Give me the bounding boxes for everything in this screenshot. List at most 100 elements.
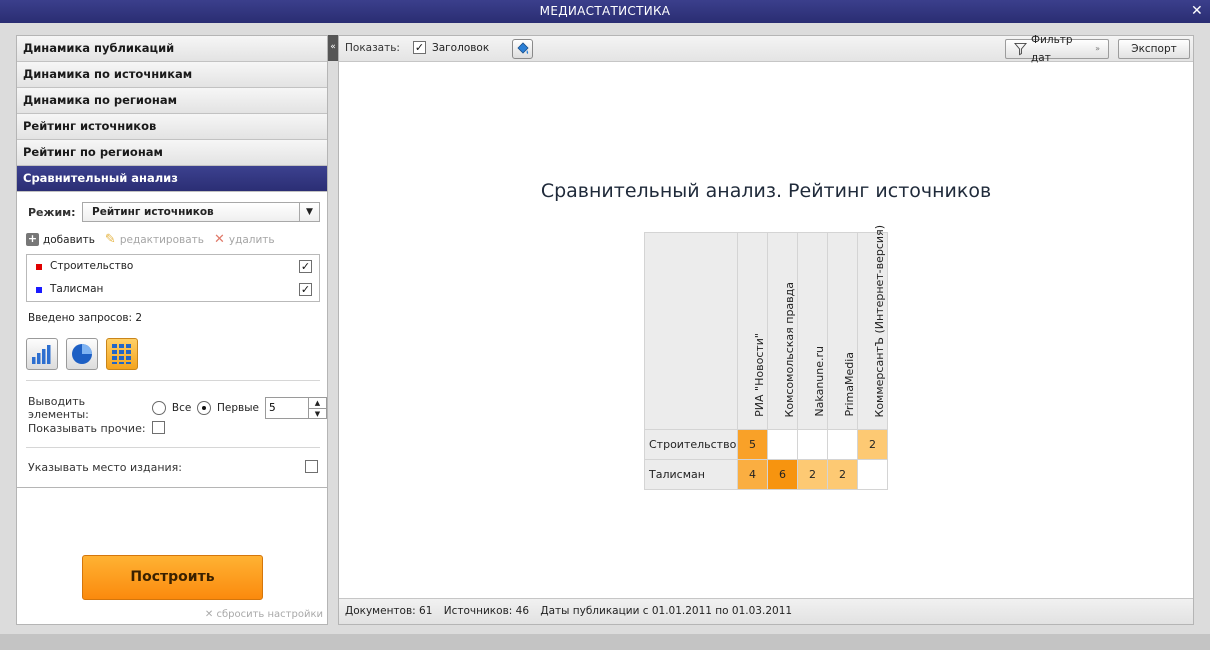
column-header-label: Nakanune.ru [812, 346, 826, 417]
query-name: Строительство [50, 260, 134, 272]
color-fill-button[interactable] [512, 39, 533, 59]
date-filter-button[interactable]: Фильтр дат » [1005, 34, 1109, 64]
table-header-row: РИА "Новости" Комсомольская правда Nakan… [644, 225, 888, 430]
query-checkbox[interactable]: ✓ [299, 283, 312, 296]
radio-first-label: Первые [217, 402, 259, 414]
sidebar-panel: Динамика публикаций Динамика по источник… [16, 35, 328, 625]
table-cell: 2 [827, 459, 858, 490]
row-header: Талисман [644, 459, 738, 490]
radio-all[interactable] [152, 401, 166, 415]
divider [26, 447, 320, 448]
export-label: Экспорт [1131, 43, 1177, 55]
sidebar-item-source-dynamics[interactable]: Динамика по источникам [17, 62, 327, 88]
column-header-label: РИА "Новости" [752, 333, 766, 417]
show-other-checkbox[interactable] [152, 421, 165, 434]
edit-query-button[interactable]: ✎ редактировать [105, 232, 204, 247]
show-place-checkbox[interactable] [305, 460, 318, 473]
plus-icon: + [26, 232, 39, 246]
delete-query-label: удалить [228, 233, 275, 246]
sidebar-item-publication-dynamics[interactable]: Динамика публикаций [17, 36, 327, 62]
header-label: Заголовок [432, 42, 490, 54]
column-header-label: Комсомольская правда [782, 281, 796, 417]
table-cell: 6 [767, 459, 798, 490]
list-item[interactable]: Талисман ✓ [27, 278, 319, 301]
show-place-label: Указывать место издания: [28, 461, 182, 474]
pie-chart-icon [72, 344, 92, 364]
query-count: Введено запросов: 2 [28, 312, 143, 324]
divider [17, 487, 327, 488]
filter-icon [1014, 42, 1027, 56]
delete-icon: ✕ [213, 232, 225, 247]
table-cell [797, 429, 828, 460]
output-elements-label: Выводить элементы: [28, 395, 89, 421]
pie-chart-button[interactable] [66, 338, 98, 370]
visualization-switcher [26, 338, 138, 370]
table-cell: 2 [857, 429, 888, 460]
first-count-stepper[interactable]: ▲ ▼ [264, 397, 327, 419]
collapse-sidebar-button[interactable]: « [328, 35, 338, 61]
column-header-label: КоммерсантЪ (Интернет-версия) [872, 224, 886, 417]
chevron-down-icon[interactable]: ▼ [308, 408, 326, 419]
show-label: Показать: [345, 42, 400, 54]
sidebar-item-comparative-analysis[interactable]: Сравнительный анализ [17, 166, 327, 192]
column-header: Комсомольская правда [767, 232, 798, 430]
table-cell [767, 429, 798, 460]
row-header: Строительство [644, 429, 738, 460]
table-corner [644, 232, 738, 430]
comparison-table: РИА "Новости" Комсомольская правда Nakan… [644, 225, 888, 490]
close-icon[interactable]: ✕ [1191, 0, 1203, 23]
sidebar-item-source-rating[interactable]: Рейтинг источников [17, 114, 327, 140]
table-cell: 4 [737, 459, 768, 490]
table-row: Строительство 5 2 [644, 429, 888, 460]
close-icon: ✕ [204, 609, 214, 620]
table-grid-button[interactable] [106, 338, 138, 370]
chevron-down-icon: » [1095, 44, 1100, 53]
sidebar-item-region-rating[interactable]: Рейтинг по регионам [17, 140, 327, 166]
table-row: Талисман 4 6 2 2 [644, 459, 888, 490]
radio-first[interactable] [197, 401, 212, 415]
documents-count: Документов: 61 [345, 605, 433, 617]
first-count-input[interactable] [265, 398, 308, 418]
date-filter-label: Фильтр дат [1031, 34, 1073, 64]
divider [26, 380, 320, 381]
paint-bucket-icon [517, 41, 529, 54]
export-button[interactable]: Экспорт [1118, 39, 1190, 59]
add-query-label: добавить [43, 233, 95, 246]
column-header-label: PrimaMedia [842, 352, 856, 417]
column-header: КоммерсантЪ (Интернет-версия) [857, 225, 888, 430]
table-cell: 5 [737, 429, 768, 460]
reset-settings-label: сбросить настройки [216, 609, 323, 620]
build-button[interactable]: Построить [82, 555, 263, 600]
chevron-down-icon[interactable]: ▼ [299, 203, 319, 221]
mode-select-value: Рейтинг источников [92, 206, 214, 218]
header-checkbox[interactable]: ✓ [413, 41, 426, 54]
mode-label: Режим: [28, 206, 76, 219]
query-actions: + добавить ✎ редактировать ✕ удалить [26, 232, 275, 247]
delete-query-button[interactable]: ✕ удалить [214, 232, 275, 247]
status-bar: Документов: 61 Источников: 46 Даты публи… [339, 598, 1193, 624]
color-swatch [36, 264, 42, 270]
window-title: МЕДИАСТАТИСТИКА [539, 4, 671, 18]
publication-dates: Даты публикации с 01.01.2011 по 01.03.20… [540, 605, 793, 617]
report-title: Сравнительный анализ. Рейтинг источников [540, 180, 992, 202]
list-item[interactable]: Строительство ✓ [27, 255, 319, 278]
radio-all-label: Все [171, 402, 192, 414]
pencil-icon: ✎ [104, 232, 116, 247]
column-header: РИА "Новости" [737, 232, 768, 430]
window-titlebar: МЕДИАСТАТИСТИКА ✕ [0, 0, 1210, 23]
mode-select[interactable]: Рейтинг источников ▼ [82, 202, 320, 222]
add-query-button[interactable]: + добавить [26, 232, 95, 247]
sidebar-item-region-dynamics[interactable]: Динамика по регионам [17, 88, 327, 114]
table-cell [827, 429, 858, 460]
query-checkbox[interactable]: ✓ [299, 260, 312, 273]
reset-settings-link[interactable]: ✕ сбросить настройки [205, 609, 323, 620]
bar-chart-button[interactable] [26, 338, 58, 370]
table-cell [857, 459, 888, 490]
report-toolbar: Показать: ✓ Заголовок Фильтр дат » Экспо… [339, 34, 1193, 64]
query-list: Строительство ✓ Талисман ✓ [26, 254, 320, 302]
stepper-buttons: ▲ ▼ [307, 398, 326, 419]
column-header: PrimaMedia [827, 232, 858, 430]
output-elements-row: Выводить элементы: Все Первые ▲ ▼ [28, 395, 327, 421]
bar-chart-icon [32, 345, 51, 364]
chevron-up-icon[interactable]: ▲ [309, 398, 326, 408]
